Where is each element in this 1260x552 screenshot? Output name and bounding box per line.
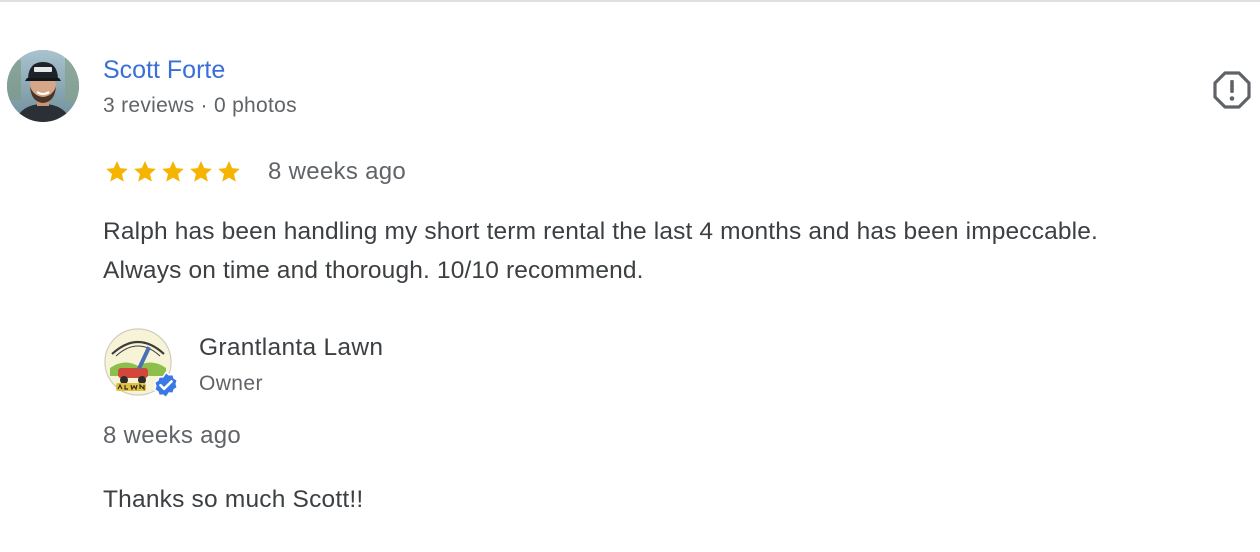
owner-role-label: Owner <box>199 372 263 395</box>
review-text-line: Always on time and thorough. 10/10 recom… <box>103 257 644 284</box>
star-icon <box>134 161 156 182</box>
report-flag-icon <box>1213 71 1251 109</box>
star-rating <box>103 158 243 186</box>
star-icon <box>218 161 240 182</box>
star-icon <box>106 161 128 182</box>
review-text: Ralph has been handling my short term re… <box>103 212 1258 290</box>
review-text-line: Ralph has been handling my short term re… <box>103 218 1098 245</box>
report-button[interactable] <box>1212 70 1252 110</box>
review-date: 8 weeks ago <box>268 158 407 185</box>
reply-text: Thanks so much Scott!! <box>103 486 364 513</box>
reply-date: 8 weeks ago <box>103 422 242 449</box>
rating-row: 8 weeks ago <box>103 156 406 188</box>
owner-name: Grantlanta Lawn <box>199 334 384 361</box>
reviewer-stats: 3 reviews · 0 photos <box>103 94 297 117</box>
reviewer-avatar[interactable] <box>7 50 79 122</box>
review-card: Scott Forte 3 reviews · 0 photos 8 weeks… <box>0 0 1260 552</box>
star-icon <box>190 161 212 182</box>
star-icon <box>162 161 184 182</box>
reviewer-photo <box>7 50 79 122</box>
reviewer-name-link[interactable]: Scott Forte <box>103 54 225 86</box>
divider <box>0 0 1260 2</box>
verified-badge-icon <box>153 371 179 399</box>
owner-avatar[interactable] <box>104 328 179 400</box>
